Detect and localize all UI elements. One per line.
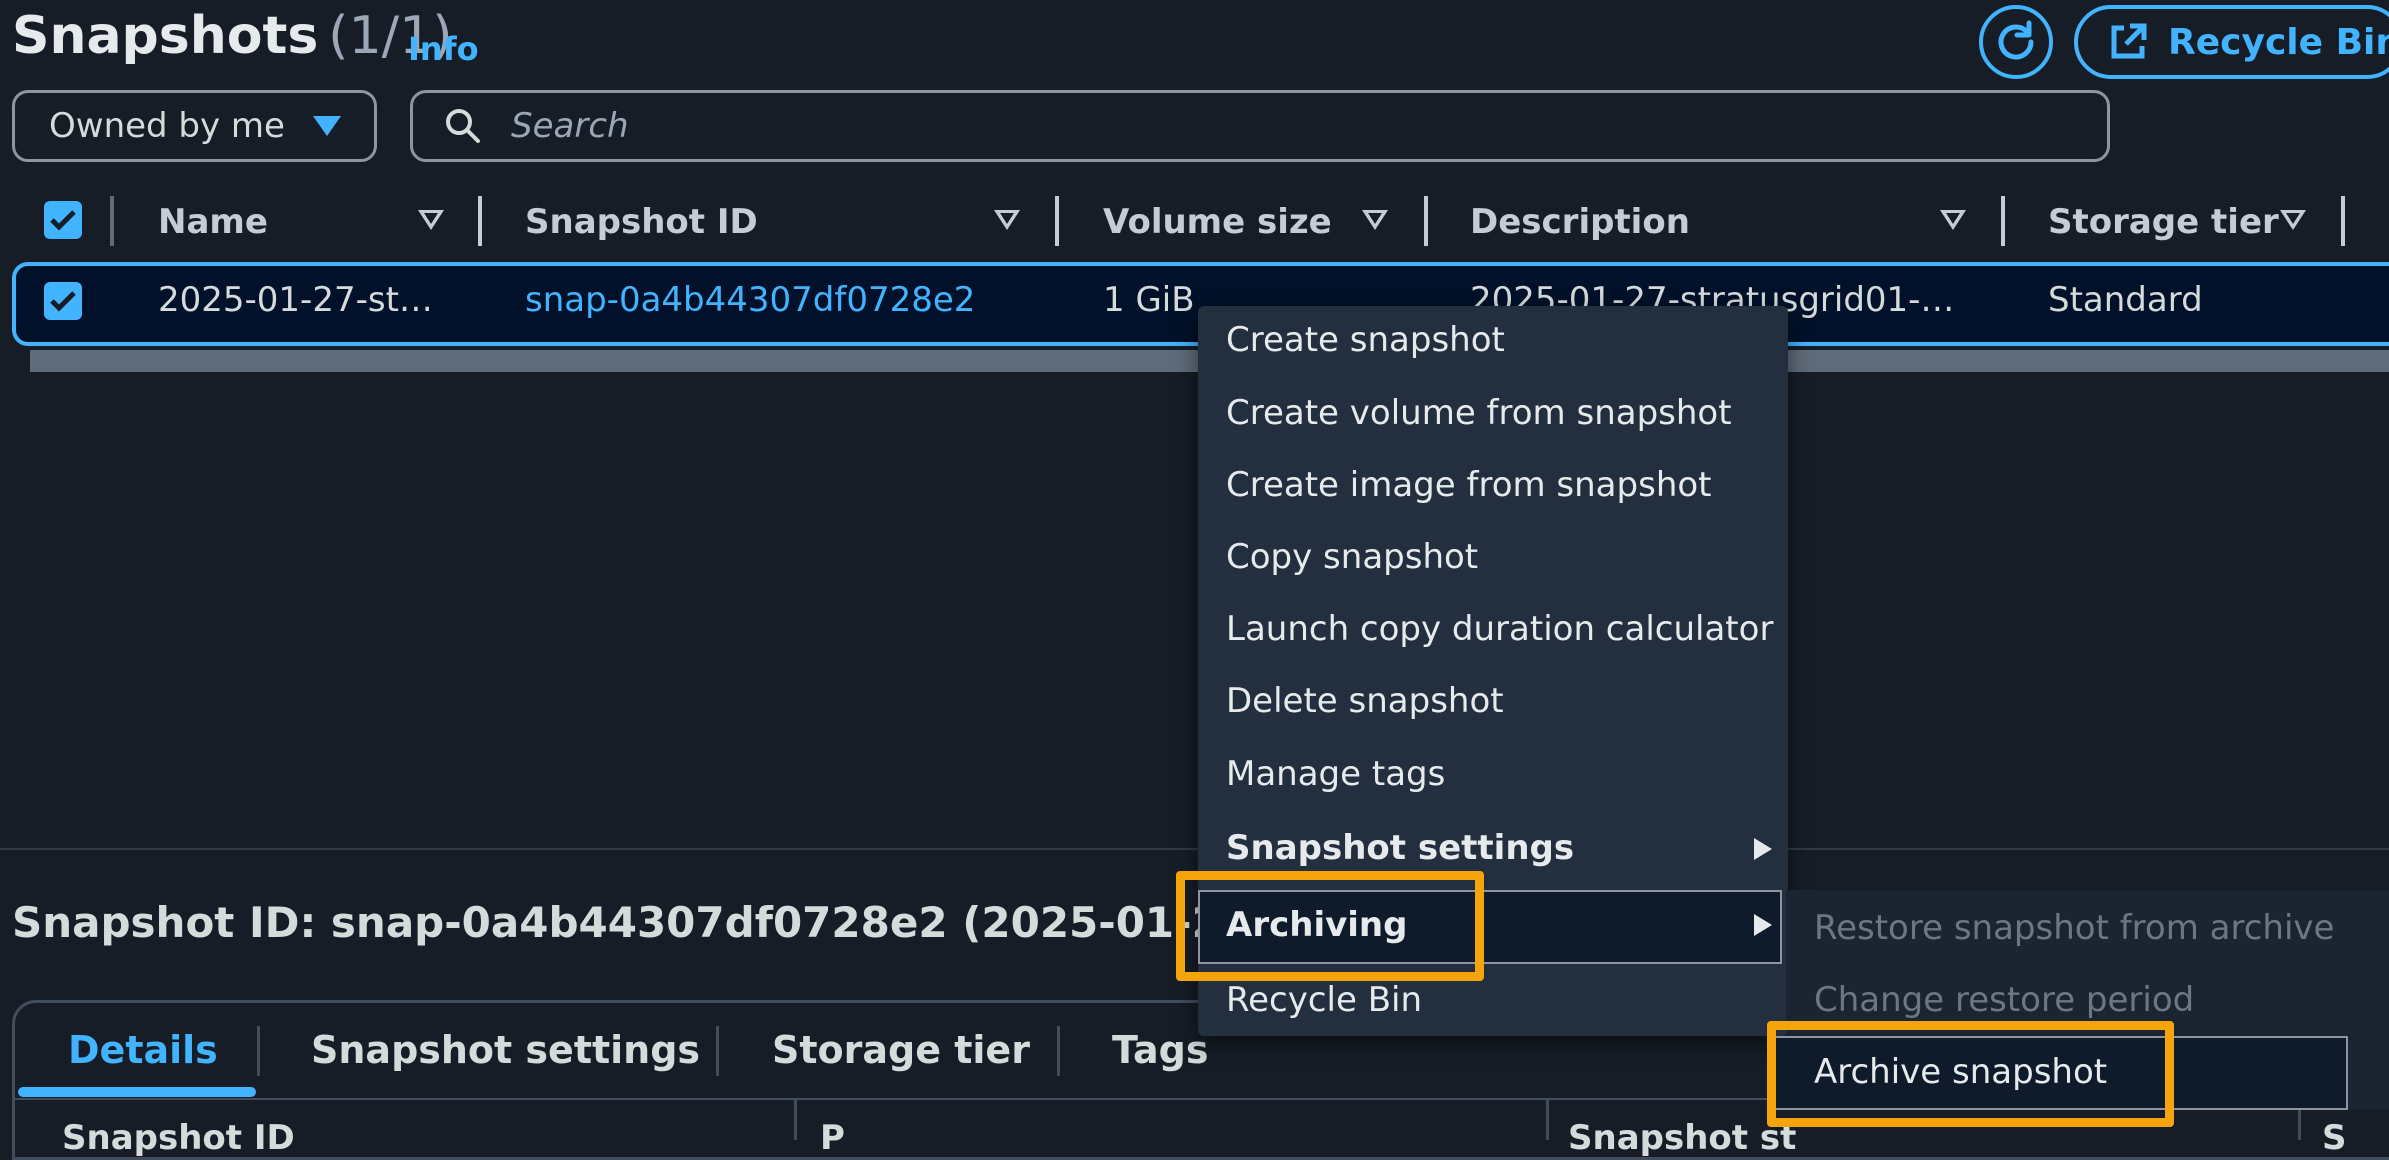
menu-item-copy-snapshot[interactable]: Copy snapshot xyxy=(1226,537,1478,577)
tab-details[interactable]: Details xyxy=(68,1028,218,1072)
active-tab-indicator xyxy=(18,1087,256,1097)
tab-divider xyxy=(257,1026,260,1076)
external-link-icon xyxy=(2111,23,2147,59)
split-panel-divider[interactable] xyxy=(0,848,2389,850)
refresh-icon xyxy=(1998,20,2034,60)
sort-icon[interactable] xyxy=(1940,210,1966,230)
search-field[interactable] xyxy=(410,90,2110,162)
column-divider xyxy=(110,196,114,246)
annotation-highlight-archive-snapshot xyxy=(1767,1021,2174,1127)
menu-item-snapshot-settings[interactable]: Snapshot settings xyxy=(1226,828,1574,868)
field-header: P xyxy=(820,1118,845,1158)
field-header: S xyxy=(2322,1118,2347,1158)
search-input[interactable] xyxy=(509,105,2009,147)
sort-icon[interactable] xyxy=(1362,210,1388,230)
recycle-bin-button[interactable]: Recycle Bin xyxy=(2074,5,2389,79)
row-checkbox[interactable] xyxy=(44,282,82,320)
check-icon xyxy=(50,291,76,312)
submenu-item-change-restore-period: Change restore period xyxy=(1814,980,2195,1020)
page-title: Snapshots (1/1) xyxy=(12,6,453,66)
column-header-snapshot-id[interactable]: Snapshot ID xyxy=(525,196,758,248)
menu-item-recycle-bin[interactable]: Recycle Bin xyxy=(1226,980,1422,1020)
column-divider xyxy=(1546,1100,1549,1140)
tab-tags[interactable]: Tags xyxy=(1112,1028,1208,1072)
column-divider xyxy=(794,1100,797,1140)
menu-item-create-volume[interactable]: Create volume from snapshot xyxy=(1226,393,1732,433)
tab-storage-tier[interactable]: Storage tier xyxy=(772,1028,1030,1072)
sort-icon[interactable] xyxy=(994,210,1020,230)
column-resizer[interactable] xyxy=(1055,196,1059,246)
tab-divider xyxy=(716,1026,719,1076)
details-title: Snapshot ID: snap-0a4b44307df0728e2 (202… xyxy=(12,898,1268,947)
submenu-arrow-icon xyxy=(1754,914,1772,936)
recycle-bin-label: Recycle Bin xyxy=(2168,21,2389,63)
column-resizer[interactable] xyxy=(2341,196,2345,246)
refresh-button[interactable] xyxy=(1979,5,2053,79)
tab-snapshot-settings[interactable]: Snapshot settings xyxy=(311,1028,700,1072)
menu-item-delete-snapshot[interactable]: Delete snapshot xyxy=(1226,681,1504,721)
column-header-volume-size[interactable]: Volume size xyxy=(1103,196,1332,248)
menu-item-create-image[interactable]: Create image from snapshot xyxy=(1226,465,1712,505)
column-resizer[interactable] xyxy=(478,196,482,246)
sort-icon[interactable] xyxy=(2280,210,2306,230)
column-header-name[interactable]: Name xyxy=(158,196,268,248)
owner-filter-select[interactable]: Owned by me xyxy=(12,90,377,162)
annotation-highlight-archiving xyxy=(1176,871,1484,981)
submenu-arrow-icon xyxy=(1754,838,1772,860)
cell-storage-tier: Standard xyxy=(2048,280,2203,320)
select-all-checkbox[interactable] xyxy=(44,201,82,239)
owner-filter-value: Owned by me xyxy=(49,106,285,146)
field-header-snapshot-status: Snapshot st xyxy=(1568,1118,1797,1158)
menu-item-create-snapshot[interactable]: Create snapshot xyxy=(1226,320,1505,360)
submenu-item-restore-from-archive: Restore snapshot from archive xyxy=(1814,908,2335,948)
check-icon xyxy=(50,210,76,231)
info-link[interactable]: Info xyxy=(408,30,479,68)
tab-divider xyxy=(1057,1026,1060,1076)
page-title-text: Snapshots xyxy=(12,6,319,66)
menu-item-copy-duration-calculator[interactable]: Launch copy duration calculator xyxy=(1226,609,1773,649)
sort-icon[interactable] xyxy=(418,210,444,230)
column-resizer[interactable] xyxy=(2001,196,2005,246)
column-header-description[interactable]: Description xyxy=(1470,196,1690,248)
cell-snapshot-id-link[interactable]: snap-0a4b44307df0728e2 xyxy=(525,280,975,320)
column-resizer[interactable] xyxy=(1424,196,1428,246)
field-header-snapshot-id: Snapshot ID xyxy=(62,1118,295,1158)
menu-item-manage-tags[interactable]: Manage tags xyxy=(1226,754,1445,794)
caret-down-icon xyxy=(312,116,341,136)
cell-name: 2025-01-27-st… xyxy=(158,280,433,320)
cell-volume-size: 1 GiB xyxy=(1103,280,1195,320)
column-header-storage-tier[interactable]: Storage tier xyxy=(2048,196,2279,248)
search-icon xyxy=(446,109,480,143)
